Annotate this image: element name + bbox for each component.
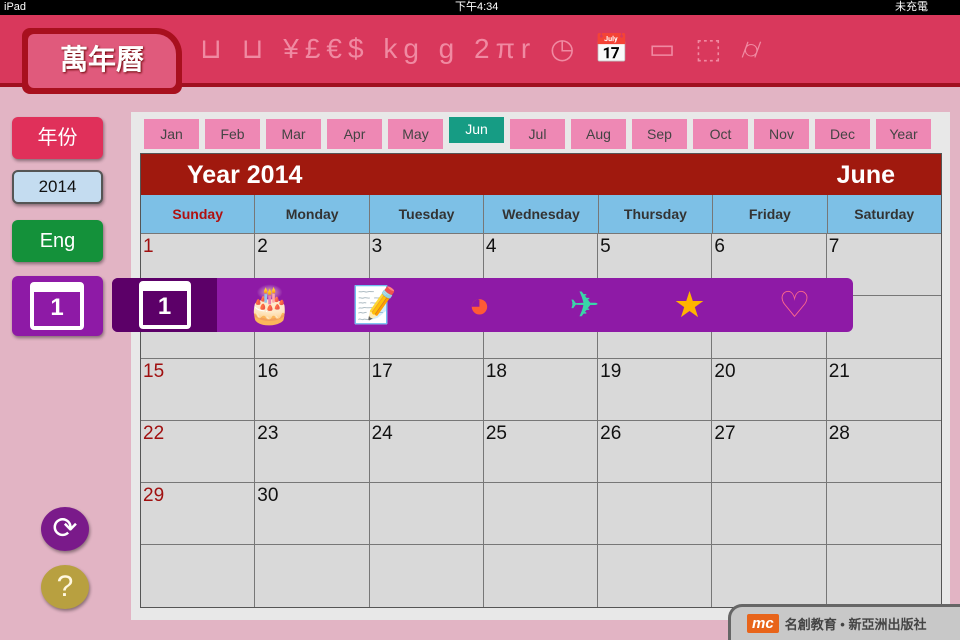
star-icon: ★	[673, 284, 706, 325]
event-type-notes[interactable]: 📝	[322, 278, 427, 332]
day-cell[interactable]	[483, 482, 599, 545]
day-cell[interactable]: 20	[712, 357, 827, 420]
day-cell[interactable]: 30	[255, 482, 370, 545]
app-title: 萬年曆	[28, 34, 176, 88]
heart-icon: ♡	[778, 284, 811, 325]
publisher-logo: mc	[747, 614, 779, 633]
month-tab-jun[interactable]: Jun	[449, 117, 504, 143]
event-type-star[interactable]: ★	[637, 278, 742, 332]
day-cell[interactable]: 17	[369, 357, 484, 420]
birthday-cake-icon: 🎂	[247, 284, 292, 325]
day-cell[interactable]	[369, 482, 484, 545]
decoration-icons: ⊔ ⊔ ¥£€$ kg g 2πr ◷ 📅 ▭ ⬚ ⌭	[200, 33, 768, 64]
month-tab-oct[interactable]: Oct	[693, 119, 748, 149]
month-tab-year[interactable]: Year	[876, 119, 931, 149]
day-cell[interactable]: 26	[598, 419, 713, 483]
publisher-name: 名創教育 • 新亞洲出版社	[784, 617, 927, 632]
day-cell[interactable]: 29	[141, 482, 256, 545]
app-title-badge: 萬年曆	[22, 28, 182, 94]
year-input[interactable]: 2014	[12, 170, 103, 204]
month-tab-aug[interactable]: Aug	[571, 119, 626, 149]
year-label-button[interactable]: 年份	[12, 117, 103, 159]
day-cell[interactable]	[483, 544, 599, 607]
event-type-calendar[interactable]: 1	[112, 278, 217, 332]
day-cell[interactable]: 23	[255, 419, 370, 483]
weekday-saturday: Saturday	[854, 206, 915, 222]
calendar-header: Year 2014 June	[141, 154, 941, 195]
day-cell[interactable]	[712, 482, 827, 545]
day-cell[interactable]	[141, 544, 256, 607]
year-title: Year 2014	[187, 161, 303, 189]
notes-icon: 📝	[352, 284, 397, 325]
day-cell[interactable]	[369, 544, 484, 607]
month-tabs: Jan Feb Mar Apr May Jun Jul Aug Sep Oct Nov Dec Year	[144, 117, 931, 149]
day-cell[interactable]: 16	[255, 357, 370, 420]
weekday-thursday: Thursday	[599, 195, 714, 233]
day-cell[interactable]: 22	[141, 419, 256, 483]
month-tab-nov[interactable]: Nov	[754, 119, 809, 149]
month-tab-mar[interactable]: Mar	[266, 119, 321, 149]
calendar-icon: 1	[30, 282, 84, 330]
weekday-monday: Monday	[255, 195, 370, 233]
weekday-header: Sunday Monday Tuesday Wednesday Thursday Frid…	[141, 195, 941, 233]
month-tab-dec[interactable]: Dec	[815, 119, 870, 149]
event-type-beach-ball[interactable]: ◕	[427, 278, 532, 332]
day-cell[interactable]: 25	[483, 419, 599, 483]
weekday-tuesday: Tuesday	[370, 195, 485, 233]
weekday-sunday: Sunday	[141, 195, 256, 233]
month-tab-sep[interactable]: Sep	[632, 119, 687, 149]
airplane-icon: ✈	[569, 284, 600, 325]
event-type-picker: 1 🎂 📝 ◕ ✈ ★ ♡	[112, 278, 853, 332]
month-title: June	[836, 161, 895, 189]
day-cell[interactable]	[598, 544, 713, 607]
day-cell[interactable]	[712, 544, 827, 607]
month-tab-jan[interactable]: Jan	[144, 119, 199, 149]
battery-status: 未充電	[895, 1, 928, 13]
weekday-friday: Friday	[713, 195, 828, 233]
day-cell[interactable]	[826, 482, 941, 544]
day-cell[interactable]: 19	[598, 357, 713, 420]
event-type-airplane[interactable]: ✈	[532, 278, 637, 332]
day-cell[interactable]: 15	[141, 357, 256, 420]
month-tab-may[interactable]: May	[388, 119, 443, 149]
refresh-button[interactable]: ⟳	[41, 507, 89, 551]
day-cell[interactable]: 28	[826, 419, 941, 482]
calendar-grid: Year 2014 June Sunday Monday Tuesday Wednes…	[140, 153, 942, 608]
month-tab-apr[interactable]: Apr	[327, 119, 382, 149]
language-toggle-button[interactable]: Eng	[12, 220, 103, 262]
day-cell[interactable]	[826, 544, 941, 606]
event-type-heart[interactable]: ♡	[742, 278, 847, 332]
day-cell[interactable]: 21	[826, 357, 941, 420]
day-cell[interactable]: 18	[483, 357, 599, 420]
weekday-wednesday: Wednesday	[484, 195, 599, 233]
beach-ball-icon: ◕	[468, 284, 491, 325]
day-cell[interactable]	[598, 482, 713, 545]
status-bar: iPad 下午4:34 未充電	[0, 0, 960, 15]
day-cell[interactable]	[255, 544, 370, 607]
event-type-birthday-cake[interactable]: 🎂	[217, 278, 322, 332]
month-tab-feb[interactable]: Feb	[205, 119, 260, 149]
help-button[interactable]: ?	[41, 565, 89, 609]
day-cell[interactable]: 24	[369, 419, 484, 483]
month-tab-jul[interactable]: Jul	[510, 119, 565, 149]
calendar-icon: 1	[138, 281, 191, 329]
calendar-mode-button[interactable]: 1	[12, 276, 103, 336]
clock: 下午4:34	[455, 1, 499, 13]
day-cell[interactable]: 27	[712, 419, 827, 483]
device-name: iPad	[4, 1, 27, 13]
publisher-footer: mc 名創教育 • 新亞洲出版社	[728, 604, 960, 640]
